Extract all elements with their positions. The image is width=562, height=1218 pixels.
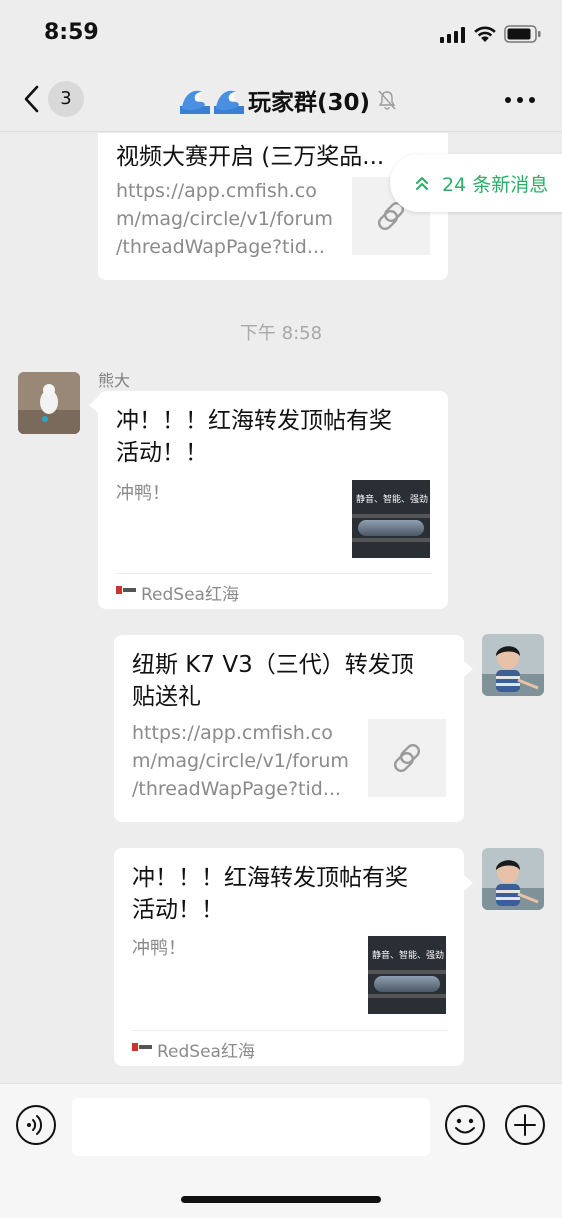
home-indicator[interactable] (181, 1196, 381, 1203)
card-title-line: 活动！！ (116, 440, 208, 466)
bubble-tail (464, 875, 473, 891)
card-title: 视频大赛开启 (三万奖品... (116, 144, 385, 170)
link-card[interactable]: 视频大赛开启 (三万奖品... https://app.cmfish.co m/… (98, 133, 448, 280)
card-divider (116, 573, 432, 574)
nav-bar: 3 玩家群(30) (0, 66, 562, 132)
unread-count-badge[interactable]: 3 (48, 81, 84, 117)
wifi-icon (474, 26, 496, 42)
wave-emoji-icon (214, 90, 244, 114)
link-card[interactable]: 冲！！！红海转发顶帖有奖 活动！！ 冲鸭！ 静音、智能、强劲 RedSea红海 (98, 391, 448, 609)
status-bar: 8:59 (0, 0, 562, 66)
plus-icon[interactable] (504, 1104, 546, 1146)
chat-area[interactable]: 视频大赛开启 (三万奖品... https://app.cmfish.co m/… (0, 133, 562, 1083)
avatar-image (482, 848, 544, 910)
card-thumbnail: 静音、智能、强劲 (368, 936, 446, 1014)
avatar-image (482, 634, 544, 696)
back-icon[interactable] (20, 84, 44, 114)
link-card[interactable]: 冲！！！红海转发顶帖有奖 活动！！ 冲鸭！ 静音、智能、强劲 RedSea红海 (114, 848, 464, 1066)
scroll-cutoff (98, 133, 448, 141)
timestamp: 下午 8:58 (239, 323, 323, 344)
link-icon (393, 743, 421, 773)
avatar[interactable] (18, 372, 80, 434)
card-url-line: /threadWapPage?tid... (132, 778, 341, 800)
card-url-line: m/mag/circle/v1/forum (116, 208, 333, 230)
thumbnail-caption: 静音、智能、强劲 (372, 951, 445, 961)
card-title-line: 冲！！！红海转发顶帖有奖 (132, 865, 408, 891)
card-divider (132, 1030, 448, 1031)
double-chevron-up-icon (416, 177, 428, 190)
signal-icon (440, 27, 465, 43)
thumbnail-caption: 静音、智能、强劲 (356, 495, 429, 505)
card-title-line: 纽斯 K7 V3（三代）转发顶 (132, 652, 414, 678)
card-source: RedSea红海 (141, 585, 239, 605)
card-description: 冲鸭！ (132, 938, 186, 959)
link-card[interactable]: 纽斯 K7 V3（三代）转发顶 贴送礼 https://app.cmfish.c… (114, 635, 464, 822)
card-url-line: /threadWapPage?tid... (116, 236, 325, 258)
more-icon[interactable] (504, 96, 536, 104)
card-thumbnail: 静音、智能、强劲 (352, 480, 430, 558)
sender-name: 熊大 (98, 371, 131, 390)
card-url-line: https://app.cmfish.co (132, 722, 333, 744)
card-url-line: m/mag/circle/v1/forum (132, 750, 349, 772)
card-source: RedSea红海 (157, 1042, 255, 1062)
redsea-logo-icon (116, 586, 136, 594)
voice-icon[interactable] (15, 1104, 57, 1146)
chat-title: 玩家群(30) (248, 90, 371, 116)
avatar[interactable] (482, 848, 544, 910)
wave-emoji-icon (180, 90, 210, 114)
card-url-line: https://app.cmfish.co (116, 180, 317, 202)
new-messages-button[interactable]: 24 条新消息 (390, 154, 562, 212)
new-messages-label: 24 条新消息 (442, 173, 549, 196)
card-description: 冲鸭！ (116, 483, 170, 504)
message-input[interactable] (72, 1098, 430, 1156)
battery-icon (504, 25, 541, 43)
avatar[interactable] (482, 634, 544, 696)
link-thumbnail (368, 719, 446, 797)
bubble-tail (464, 661, 473, 677)
status-time: 8:59 (44, 20, 99, 45)
bubble-tail (89, 397, 98, 413)
card-title-line: 冲！！！红海转发顶帖有奖 (116, 408, 392, 434)
redsea-logo-icon (132, 1043, 152, 1051)
mute-bell-icon (378, 90, 396, 110)
emoji-icon[interactable] (444, 1104, 486, 1146)
nav-title-group[interactable]: 玩家群(30) (180, 84, 398, 116)
card-title-line: 贴送礼 (132, 684, 201, 710)
avatar-image (18, 372, 80, 434)
card-title-line: 活动！！ (132, 897, 224, 923)
